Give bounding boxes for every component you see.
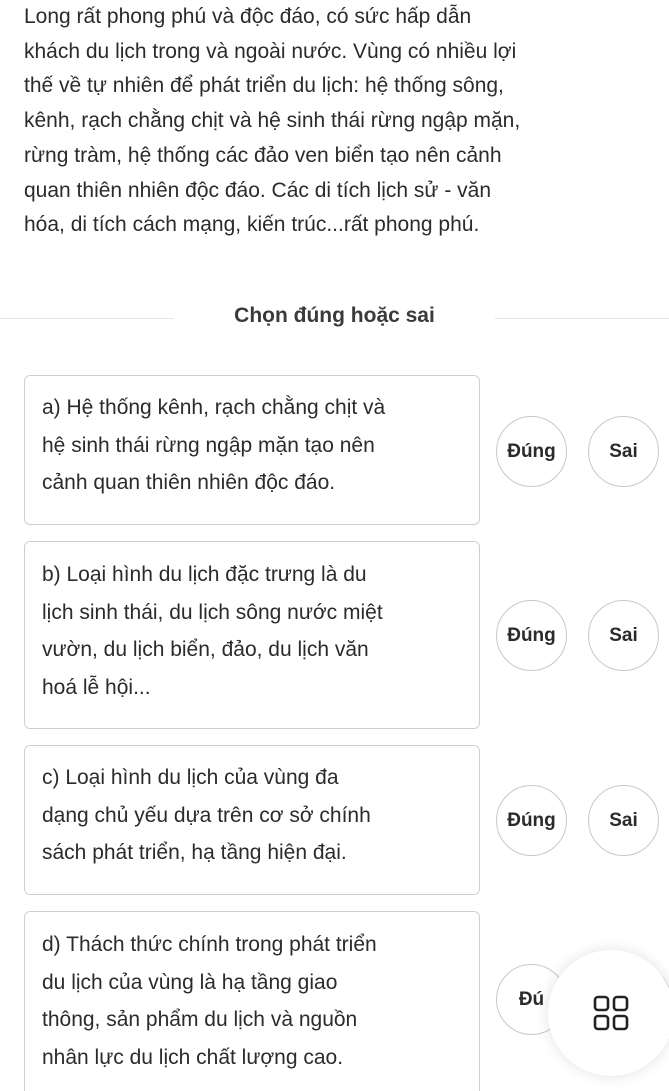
statement-text-d: d) Thách thức chính trong phát triển du … [42, 926, 377, 1076]
false-button-a[interactable]: Sai [588, 416, 659, 487]
passage-line: rừng tràm, hệ thống các đảo ven biển tạo… [24, 143, 502, 167]
statement-line: b) Loại hình du lịch đặc trưng là du [42, 563, 367, 586]
passage-line: khách du lịch trong và ngoài nước. Vùng … [24, 39, 517, 63]
statement-card-c: c) Loại hình du lịch của vùng đa dạng ch… [24, 745, 480, 895]
statement-line: hoá lễ hội... [42, 675, 151, 699]
statement-line: hệ sinh thái rừng ngập mặn tạo nên [42, 433, 375, 457]
statement-line: dạng chủ yếu dựa trên cơ sở chính [42, 803, 371, 827]
passage-line: Long rất phong phú và độc đáo, có sức hấ… [24, 5, 472, 28]
grid-icon [593, 995, 629, 1031]
true-button-a[interactable]: Đúng [496, 416, 567, 487]
passage-line: hóa, di tích cách mạng, kiến trúc...rất … [24, 213, 480, 237]
true-button-c[interactable]: Đúng [496, 785, 567, 856]
statement-card-a: a) Hệ thống kênh, rạch chằng chịt và hệ … [24, 375, 480, 525]
statement-line: lịch sinh thái, du lịch sông nước miệt [42, 600, 383, 624]
statement-text-c: c) Loại hình du lịch của vùng đa dạng ch… [42, 759, 371, 872]
floating-menu-button[interactable] [548, 950, 669, 1076]
statement-line: d) Thách thức chính trong phát triển [42, 933, 377, 956]
statement-line: vườn, du lịch biển, đảo, du lịch văn [42, 638, 369, 661]
statement-line: cảnh quan thiên nhiên độc đáo. [42, 471, 336, 494]
reading-passage: Long rất phong phú và độc đáo, có sức hấ… [24, 0, 654, 243]
statement-card-b: b) Loại hình du lịch đặc trưng là du lịc… [24, 541, 480, 729]
passage-line: thế về tự nhiên để phát triển du lịch: h… [24, 74, 504, 98]
statement-line: sách phát triển, hạ tầng hiện đại. [42, 841, 347, 864]
false-button-b[interactable]: Sai [588, 600, 659, 671]
section-divider-left [0, 318, 174, 319]
statement-line: nhân lực du lịch chất lượng cao. [42, 1045, 344, 1069]
section-title: Chọn đúng hoặc sai [234, 304, 435, 327]
quiz-page: Long rất phong phú và độc đáo, có sức hấ… [0, 0, 669, 1091]
statement-card-d: d) Thách thức chính trong phát triển du … [24, 911, 480, 1091]
passage-line: quan thiên nhiên độc đáo. Các di tích lị… [24, 178, 492, 202]
statement-text-a: a) Hệ thống kênh, rạch chằng chịt và hệ … [42, 389, 385, 502]
statement-line: du lịch của vùng là hạ tầng giao [42, 970, 338, 994]
true-button-b[interactable]: Đúng [496, 600, 567, 671]
passage-line: kênh, rạch chằng chịt và hệ sinh thái rừ… [24, 109, 521, 133]
false-button-c[interactable]: Sai [588, 785, 659, 856]
statement-text-b: b) Loại hình du lịch đặc trưng là du lịc… [42, 556, 383, 706]
statement-line: thông, sản phẩm du lịch và nguồn [42, 1008, 358, 1031]
section-divider-right [495, 318, 669, 319]
statement-line: a) Hệ thống kênh, rạch chằng chịt và [42, 396, 386, 419]
statement-line: c) Loại hình du lịch của vùng đa [42, 766, 339, 789]
